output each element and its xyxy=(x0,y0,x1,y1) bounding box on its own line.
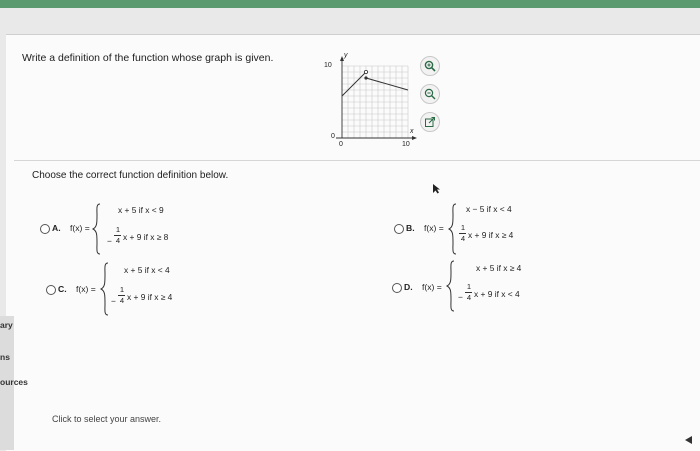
x-origin-label: 0 xyxy=(339,141,343,148)
option-c-case2: x + 9 if x ≥ 4 xyxy=(127,292,173,302)
zoom-in-icon xyxy=(424,60,436,72)
option-c-lhs: f(x) = xyxy=(76,284,96,294)
option-d-frac-num: 1 xyxy=(466,282,472,291)
sidebar-item-ns[interactable]: ns xyxy=(0,352,10,362)
option-a-case2-sign: − xyxy=(107,236,112,246)
sidebar-item-ary[interactable]: ary xyxy=(0,320,13,330)
option-c-brace xyxy=(100,262,109,316)
option-c-radio[interactable] xyxy=(46,285,56,295)
option-b-letter: B. xyxy=(406,223,415,233)
option-b-case1: x − 5 if x < 4 xyxy=(466,204,512,214)
x-axis-label: x xyxy=(410,128,414,135)
option-c-case1: x + 5 if x < 4 xyxy=(124,265,170,275)
option-c-frac-num: 1 xyxy=(119,285,125,294)
sidebar-item-ources[interactable]: ources xyxy=(0,377,28,387)
option-a-case1: x + 5 if x < 9 xyxy=(118,205,164,215)
option-a-radio[interactable] xyxy=(40,224,50,234)
y-origin-label: 0 xyxy=(331,133,335,140)
zoom-in-button[interactable] xyxy=(420,56,440,76)
mouse-cursor-icon xyxy=(432,181,441,199)
function-graph: y 10 0 0 10 x xyxy=(322,52,420,154)
popout-button[interactable] xyxy=(420,112,440,132)
option-d-radio[interactable] xyxy=(392,283,402,293)
next-arrow-icon[interactable] xyxy=(684,432,693,450)
option-c-frac-den: 4 xyxy=(119,296,125,305)
option-b-frac-den: 4 xyxy=(460,234,466,243)
question-prompt: Write a definition of the function whose… xyxy=(22,52,274,64)
instruction-text: Choose the correct function definition b… xyxy=(32,170,229,181)
x-tick-label: 10 xyxy=(402,141,410,148)
option-a-brace xyxy=(92,203,101,255)
status-text: Click to select your answer. xyxy=(52,414,162,424)
zoom-out-icon xyxy=(424,88,436,100)
option-b-lhs: f(x) = xyxy=(424,223,444,233)
option-d-case2-sign: − xyxy=(458,292,463,302)
option-b-radio[interactable] xyxy=(394,224,404,234)
option-d-case1: x + 5 if x ≥ 4 xyxy=(476,263,522,273)
graph-svg xyxy=(336,56,417,140)
option-d-lhs: f(x) = xyxy=(422,282,442,292)
option-c-letter: C. xyxy=(58,284,67,294)
option-a-frac-num: 1 xyxy=(115,225,121,234)
y-axis-label: y xyxy=(344,52,348,59)
option-a-letter: A. xyxy=(52,223,61,233)
option-a-frac-den: 4 xyxy=(115,236,121,245)
option-a-lhs: f(x) = xyxy=(70,223,90,233)
option-d-frac-den: 4 xyxy=(466,293,472,302)
zoom-out-button[interactable] xyxy=(420,84,440,104)
option-b-frac-num: 1 xyxy=(460,223,466,232)
option-b-case2: x + 9 if x ≥ 4 xyxy=(468,230,514,240)
option-b-brace xyxy=(448,203,457,255)
section-divider xyxy=(14,160,700,161)
y-tick-label: 10 xyxy=(324,62,332,69)
option-d-brace xyxy=(446,260,455,312)
top-bar xyxy=(0,0,700,8)
external-link-icon xyxy=(424,116,436,128)
option-d-case2: x + 9 if x < 4 xyxy=(474,289,520,299)
option-c-case2-sign: − xyxy=(111,296,116,306)
option-d-letter: D. xyxy=(404,282,413,292)
option-a-case2: x + 9 if x ≥ 8 xyxy=(123,232,169,242)
